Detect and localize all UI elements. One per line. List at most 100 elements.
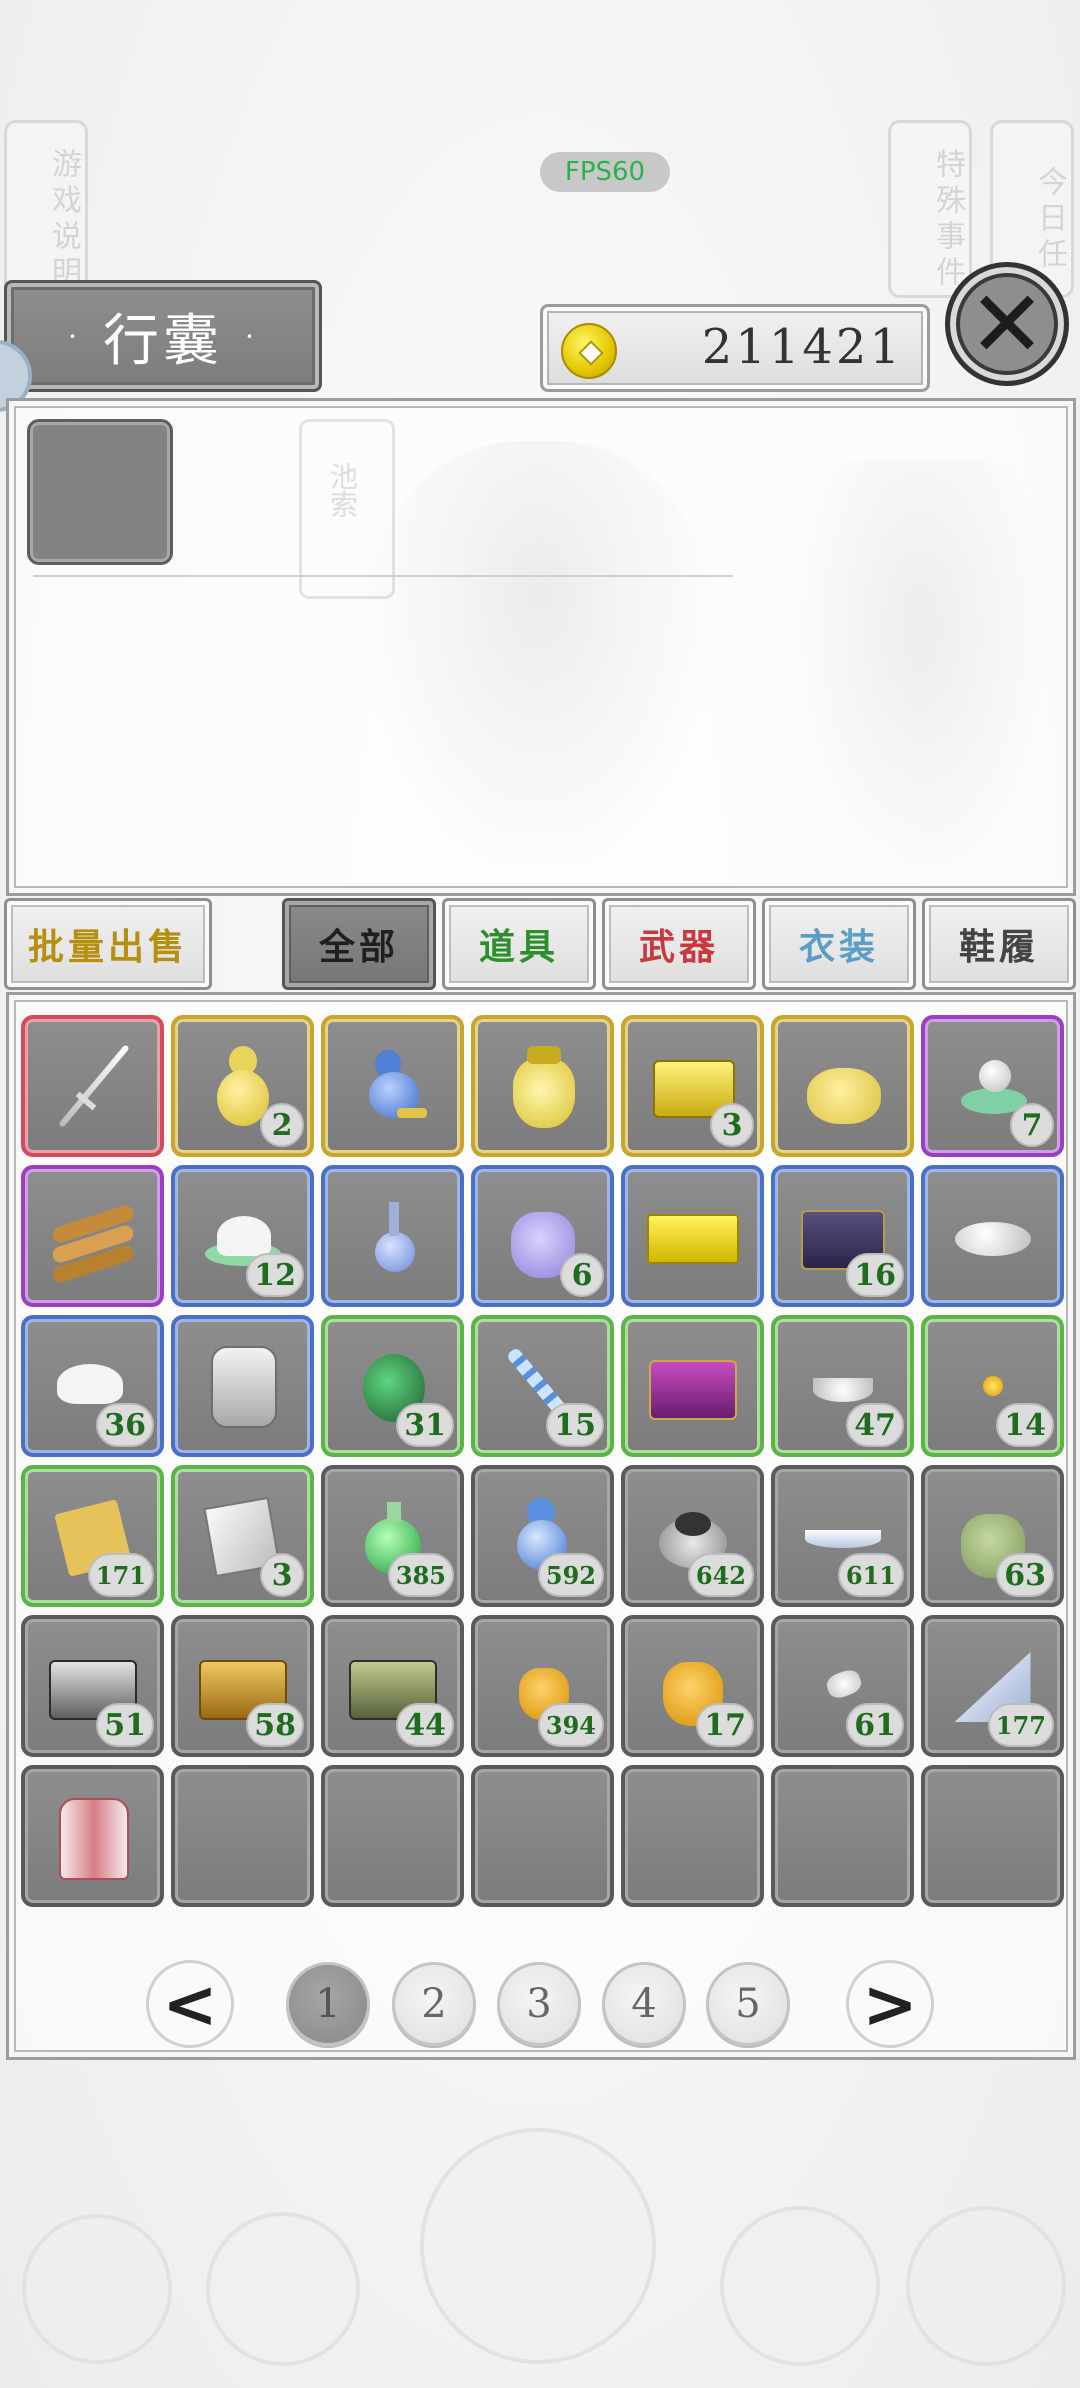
nav-character-button[interactable] [720,2206,880,2366]
item-count-badge: 3 [710,1103,754,1147]
inventory-slot[interactable]: 6 [471,1165,614,1307]
nav-coin-button[interactable] [206,2212,360,2366]
inventory-slot[interactable]: 3 [621,1015,764,1157]
title-text: 行囊 [103,308,223,374]
inventory-slot[interactable]: 17 [621,1615,764,1757]
inventory-slot[interactable] [321,1015,464,1157]
item-count-badge: 177 [987,1703,1054,1747]
page-button-1[interactable]: 1 [286,1962,370,2046]
page-button-2[interactable]: 2 [392,1962,476,2046]
empty-inventory-slot[interactable] [771,1765,914,1907]
inventory-slot[interactable]: 36 [21,1315,164,1457]
nav-battle-button[interactable] [420,2128,656,2364]
item-count-badge: 592 [537,1553,604,1597]
special-events-button[interactable]: 特殊事件 [888,120,972,298]
inventory-slot[interactable]: 592 [471,1465,614,1607]
item-count-badge: 7 [1010,1103,1054,1147]
inventory-slot[interactable] [171,1315,314,1457]
character-illustration [359,441,719,881]
item-count-badge: 31 [396,1403,454,1447]
empty-inventory-slot[interactable] [621,1765,764,1907]
inventory-slot[interactable]: 14 [921,1315,1064,1457]
nav-bag-button[interactable] [22,2214,172,2364]
page-number: 2 [421,1981,447,2027]
next-page-button[interactable]: > [846,1960,934,2048]
inventory-slot[interactable]: 58 [171,1615,314,1757]
item-count-badge: 12 [246,1253,304,1297]
item-count-badge: 63 [996,1553,1054,1597]
inventory-screen: { "top": { "help_label": "游戏说明", "fps": … [0,0,1080,2388]
gold-pouch-icon [495,1038,591,1134]
inventory-slot[interactable]: 7 [921,1015,1064,1157]
tab-weapons[interactable]: 武器 [602,898,756,990]
inventory-slot[interactable] [771,1015,914,1157]
inventory-slot[interactable]: 177 [921,1615,1064,1757]
inventory-slot[interactable] [321,1165,464,1307]
inventory-slot[interactable] [921,1165,1064,1307]
close-button[interactable]: ✕ [945,262,1069,386]
tab-all[interactable]: 全部 [282,898,436,990]
tab-label: 鞋履 [958,926,1039,968]
empty-inventory-slot[interactable] [921,1765,1064,1907]
game-help-button[interactable]: 游戏说明 [4,120,88,298]
inventory-slot[interactable]: 12 [171,1165,314,1307]
inventory-slot[interactable]: 44 [321,1615,464,1757]
title-dot-left: · [68,319,81,353]
item-count-badge: 171 [87,1553,154,1597]
tab-shoes[interactable]: 鞋履 [922,898,1076,990]
inventory-slot[interactable]: 3 [171,1465,314,1607]
tab-label: 衣装 [798,926,879,968]
item-count-badge: 14 [996,1403,1054,1447]
inventory-slot[interactable]: 63 [921,1465,1064,1607]
inventory-slot[interactable] [21,1765,164,1907]
inventory-slot[interactable]: 2 [171,1015,314,1157]
yellow-box-icon [645,1188,741,1284]
inventory-slot[interactable]: 611 [771,1465,914,1607]
tab-label: 批量出售 [27,926,188,968]
page-number: 3 [526,1981,552,2027]
inventory-slot[interactable]: 47 [771,1315,914,1457]
empty-inventory-slot[interactable] [171,1765,314,1907]
gold-sack-icon [795,1038,891,1134]
prev-page-button[interactable]: < [146,1960,234,2048]
inventory-slot[interactable]: 15 [471,1315,614,1457]
inventory-slot[interactable] [471,1015,614,1157]
item-count-badge: 3 [260,1553,304,1597]
purple-chest-icon [645,1338,741,1434]
inventory-slot[interactable]: 394 [471,1615,614,1757]
page-button-4[interactable]: 4 [602,1962,686,2046]
inventory-slot[interactable]: 16 [771,1165,914,1307]
currency-amount: 211421 [701,319,903,375]
inventory-slot[interactable]: 51 [21,1615,164,1757]
inventory-grid: 2 3 7 12 6 16 36 31 15 47 14 171 3 385 592 642 611 63 51 58… [21,1015,1064,1907]
page-title: · 行囊 · [4,280,322,392]
page-number: 5 [735,1981,761,2027]
bamboo-scroll-icon [45,1188,141,1285]
empty-inventory-slot[interactable] [321,1765,464,1907]
red-robe-icon [45,1788,141,1884]
chevron-right-icon: > [862,1965,918,2043]
inventory-slot[interactable]: 385 [321,1465,464,1607]
chevron-left-icon: < [162,1965,218,2043]
inventory-slot[interactable] [21,1165,164,1307]
page-button-3[interactable]: 3 [497,1962,581,2046]
inventory-slot[interactable]: 31 [321,1315,464,1457]
inventory-slot[interactable] [621,1165,764,1307]
empty-inventory-slot[interactable] [471,1765,614,1907]
inventory-panel: 2 3 7 12 6 16 36 31 15 47 14 171 3 385 592 642 611 63 51 58… [6,992,1076,2060]
page-button-5[interactable]: 5 [706,1962,790,2046]
tab-items[interactable]: 道具 [442,898,596,990]
inventory-slot[interactable] [21,1015,164,1157]
page-number: 4 [631,1981,657,2027]
inventory-slot[interactable]: 61 [771,1615,914,1757]
inventory-slot[interactable]: 642 [621,1465,764,1607]
batch-sell-button[interactable]: 批量出售 [4,898,212,990]
fps-indicator: FPS60 [540,152,670,192]
tab-clothing[interactable]: 衣装 [762,898,916,990]
item-count-badge: 15 [546,1403,604,1447]
inventory-slot[interactable] [621,1315,764,1457]
nav-scroll-button[interactable] [906,2206,1066,2366]
item-count-badge: 394 [537,1703,604,1747]
item-count-badge: 44 [396,1703,454,1747]
inventory-slot[interactable]: 171 [21,1465,164,1607]
